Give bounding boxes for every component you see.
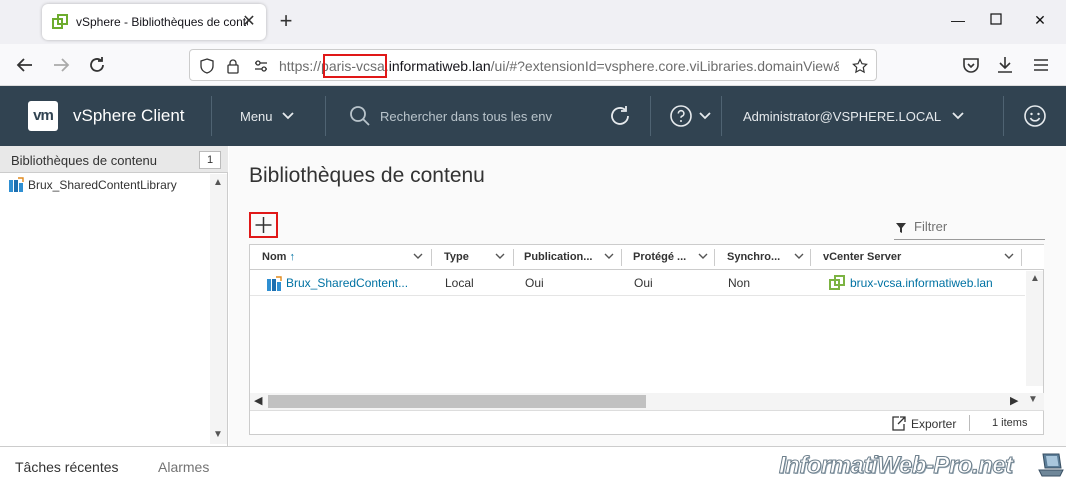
export-button[interactable]: Exporter [911, 417, 956, 431]
column-header-nom[interactable]: Nom ↑ [250, 245, 431, 270]
column-menu-chevron-icon[interactable] [698, 251, 708, 261]
item-count: 1 items [992, 417, 1028, 429]
close-tab-icon[interactable]: ✕ [240, 13, 258, 31]
forward-icon[interactable] [49, 53, 73, 77]
header-divider [325, 96, 326, 136]
header-divider [211, 96, 212, 136]
cell-protege: Oui [634, 276, 653, 290]
pocket-icon[interactable] [959, 53, 983, 77]
sort-ascending-icon: ↑ [289, 251, 296, 263]
browser-tab[interactable]: vSphere - Bibliothèques de contenu ✕ [42, 4, 266, 40]
header-divider [1003, 96, 1004, 136]
bottom-panel-bar: Tâches récentes Alarmes InformatiWeb-Pro… [0, 446, 1066, 482]
filter-funnel-icon [896, 223, 906, 233]
url-bar[interactable]: https://paris-vcsa.informatiweb.lan/ui/#… [189, 49, 877, 81]
minimize-icon[interactable]: — [948, 12, 968, 32]
column-menu-chevron-icon[interactable] [604, 251, 614, 261]
left-navigator: Bibliothèques de contenu 1 Brux_SharedCo… [0, 146, 228, 446]
grid-header: Nom ↑ Type Publication... Protégé ... Sy… [250, 245, 1044, 270]
refresh-icon[interactable] [607, 103, 633, 129]
header-divider [721, 96, 722, 136]
filter-input[interactable]: Filtrer [894, 216, 1045, 240]
tab-alarms[interactable]: Alarmes [158, 459, 209, 475]
lock-icon[interactable] [225, 58, 241, 74]
navigator-title: Bibliothèques de contenu [11, 153, 158, 168]
vcenter-server-link[interactable]: brux-vcsa.informatiweb.lan [850, 276, 993, 290]
help-icon[interactable] [669, 104, 693, 128]
main-content: Bibliothèques de contenu Filtrer Nom ↑ T… [229, 146, 1066, 446]
grid-footer: Exporter 1 items [250, 410, 1044, 435]
maximize-icon[interactable] [986, 12, 1006, 32]
new-tab-icon[interactable]: + [275, 10, 297, 33]
vcenter-server-icon [829, 275, 845, 290]
add-library-button[interactable] [249, 212, 278, 238]
column-menu-chevron-icon[interactable] [413, 251, 423, 261]
watermark-text: InformatiWeb-Pro.net [779, 452, 1014, 480]
scroll-left-icon[interactable]: ◀ [254, 394, 262, 407]
column-menu-chevron-icon[interactable] [495, 251, 505, 261]
scroll-down-icon[interactable]: ▼ [1028, 394, 1038, 405]
tree-item-label: Brux_SharedContentLibrary [28, 178, 177, 192]
navigator-count-badge: 1 [199, 151, 221, 169]
chevron-down-icon [282, 112, 294, 120]
bookmark-star-icon[interactable] [852, 58, 868, 74]
header-divider [650, 96, 651, 136]
column-menu-chevron-icon[interactable] [1004, 251, 1014, 261]
table-row[interactable]: Brux_SharedContent... Local Oui Oui Non … [250, 271, 1025, 296]
search-icon[interactable] [349, 105, 371, 127]
cell-synchro: Non [728, 276, 751, 290]
browser-tab-bar: vSphere - Bibliothèques de contenu ✕ + —… [0, 0, 1066, 44]
export-icon[interactable] [890, 415, 907, 432]
content-library-grid: Nom ↑ Type Publication... Protégé ... Sy… [249, 244, 1044, 435]
library-name-link[interactable]: Brux_SharedContent... [286, 276, 408, 290]
permissions-icon[interactable] [253, 58, 269, 74]
plus-icon [255, 217, 272, 233]
shield-icon[interactable] [199, 58, 215, 74]
tab-recent-tasks[interactable]: Tâches récentes [15, 459, 119, 475]
column-menu-chevron-icon[interactable] [794, 251, 804, 261]
hamburger-menu-icon[interactable] [1029, 53, 1053, 77]
navigator-scrollbar[interactable]: ▲ ▼ [210, 174, 227, 444]
vmware-logo[interactable]: vm [28, 101, 58, 131]
scroll-down-icon[interactable]: ▼ [213, 429, 223, 440]
grid-vertical-scrollbar[interactable]: ▲ [1026, 271, 1043, 386]
navigator-header: Bibliothèques de contenu 1 [0, 146, 228, 173]
content-library-icon [267, 276, 282, 291]
page-title: Bibliothèques de contenu [249, 164, 485, 187]
global-search-input[interactable]: Rechercher dans tous les env [380, 109, 552, 124]
app-title[interactable]: vSphere Client [73, 106, 185, 126]
scroll-up-icon[interactable]: ▲ [213, 177, 223, 188]
reload-icon[interactable] [85, 53, 109, 77]
vsphere-header: vm vSphere Client Menu Rechercher dans t… [0, 86, 1066, 146]
feedback-smiley-icon[interactable] [1023, 104, 1047, 128]
vsphere-favicon-icon [52, 14, 68, 29]
scroll-up-icon[interactable]: ▲ [1030, 273, 1040, 284]
laptop-logo-icon [1038, 453, 1064, 477]
downloads-icon[interactable] [993, 53, 1017, 77]
content-library-icon [9, 177, 24, 192]
scroll-thumb[interactable] [268, 395, 646, 408]
browser-nav-bar: https://paris-vcsa.informatiweb.lan/ui/#… [0, 44, 1066, 86]
tab-title: vSphere - Bibliothèques de contenu [76, 15, 248, 29]
column-header-vcenter-server[interactable]: vCenter Server [811, 245, 1021, 270]
url-highlight-box [323, 54, 387, 78]
tree-item-content-library[interactable]: Brux_SharedContentLibrary [0, 174, 210, 196]
chevron-down-icon [699, 112, 711, 120]
scroll-right-icon[interactable]: ▶ [1010, 394, 1018, 407]
filter-placeholder: Filtrer [914, 219, 948, 234]
grid-horizontal-scrollbar[interactable]: ◀ ▶ ▼ [250, 393, 1044, 410]
user-menu[interactable]: Administrator@VSPHERE.LOCAL [743, 109, 941, 124]
chevron-down-icon [952, 112, 964, 120]
cell-publication: Oui [525, 276, 544, 290]
cell-type: Local [445, 276, 474, 290]
close-window-icon[interactable]: ✕ [1030, 12, 1050, 32]
back-icon[interactable] [13, 53, 37, 77]
menu-button[interactable]: Menu [240, 109, 273, 124]
